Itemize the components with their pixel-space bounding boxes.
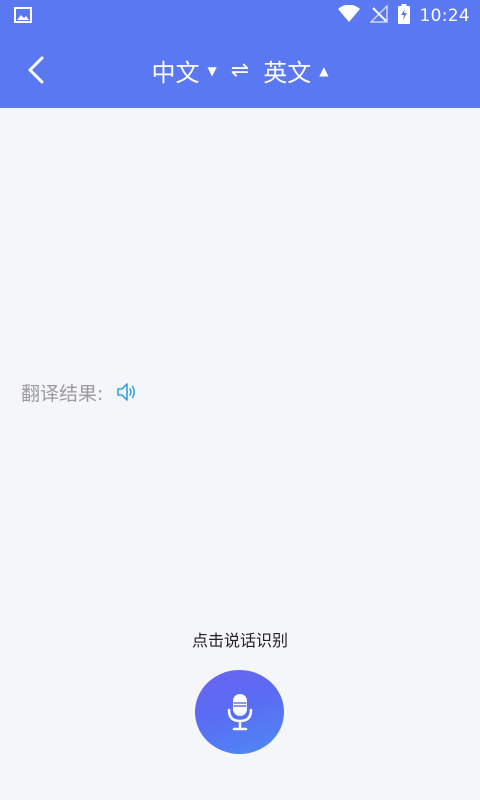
source-language-label: 中文 [151,58,200,87]
microphone-button[interactable] [195,670,284,754]
gallery-icon [14,7,32,27]
toolbar: 中文 ▼ ⇌ 英文 ▲ [0,32,480,108]
caret-down-icon: ▼ [207,64,217,78]
status-time: 10:24 [419,6,470,26]
no-signal-icon [368,4,388,27]
swap-languages-icon[interactable]: ⇌ [231,58,249,83]
microphone-icon [227,694,252,731]
speaker-icon[interactable] [115,380,139,404]
target-language-label: 英文 [263,58,312,87]
translation-result: 翻译结果: [21,378,139,406]
source-language-selector[interactable]: 中文 ▼ [150,53,219,88]
battery-charging-icon [397,4,410,28]
voice-hint: 点击说话识别 [191,631,288,650]
wifi-icon [337,4,360,27]
caret-up-icon: ▲ [319,64,329,78]
target-language-selector[interactable]: 英文 ▲ [261,53,330,88]
translation-result-label: 翻译结果: [21,382,104,405]
language-switcher: 中文 ▼ ⇌ 英文 ▲ [0,32,480,108]
status-bar: 10:24 [0,0,480,32]
